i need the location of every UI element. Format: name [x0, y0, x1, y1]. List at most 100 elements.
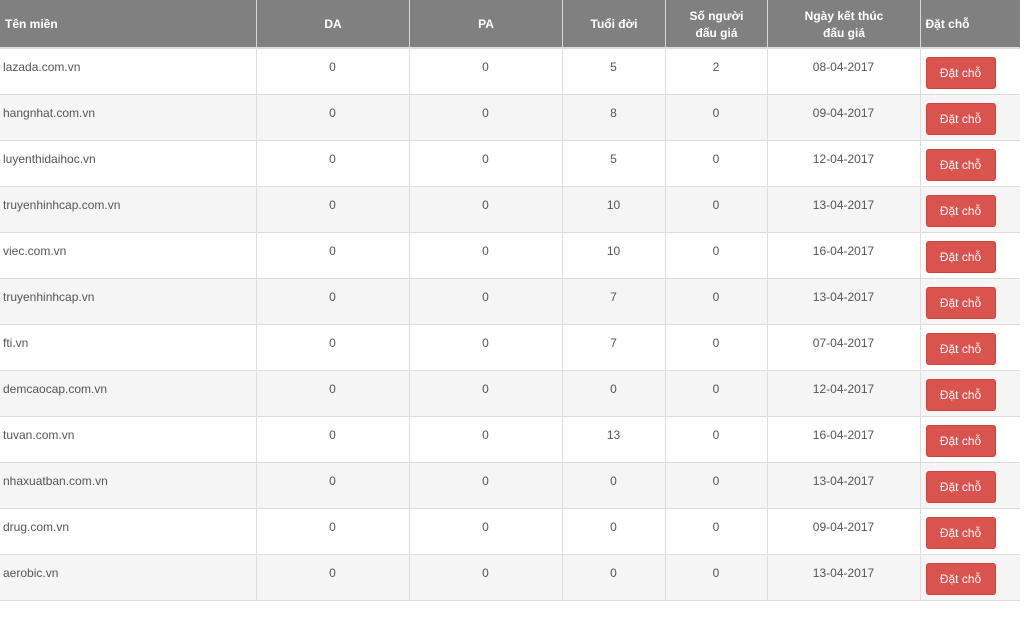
- pa-cell: 0: [408, 93, 562, 140]
- end-date-cell: 07-04-2017: [766, 323, 920, 370]
- reserve-cell: Đặt chỗ: [919, 369, 1020, 416]
- domain-cell: fti.vn: [0, 323, 256, 370]
- domain-cell: lazada.com.vn: [0, 47, 256, 94]
- pa-cell: 0: [408, 461, 562, 508]
- da-cell: 0: [255, 461, 409, 508]
- reserve-button[interactable]: Đặt chỗ: [925, 286, 996, 319]
- table-row: aerobic.vn 0 0 0 0 13-04-2017 Đặt chỗ: [0, 553, 1020, 601]
- da-cell: 0: [255, 93, 409, 140]
- table-row: drug.com.vn 0 0 0 0 09-04-2017 Đặt chỗ: [0, 507, 1020, 554]
- reserve-cell: Đặt chỗ: [919, 415, 1020, 462]
- da-cell: 0: [255, 415, 409, 462]
- bidders-cell: 0: [664, 139, 767, 186]
- bidders-cell: 0: [664, 507, 767, 554]
- domain-cell: drug.com.vn: [0, 507, 256, 554]
- age-cell: 0: [561, 553, 665, 601]
- end-date-cell: 16-04-2017: [766, 415, 920, 462]
- reserve-cell: Đặt chỗ: [919, 323, 1020, 370]
- da-cell: 0: [255, 277, 409, 324]
- pa-cell: 0: [408, 507, 562, 554]
- bidders-cell: 0: [664, 185, 767, 232]
- pa-cell: 0: [408, 553, 562, 601]
- age-cell: 5: [561, 47, 665, 94]
- end-date-cell: 13-04-2017: [766, 461, 920, 508]
- bidders-cell: 0: [664, 553, 767, 601]
- da-cell: 0: [255, 553, 409, 601]
- age-cell: 7: [561, 277, 665, 324]
- pa-cell: 0: [408, 139, 562, 186]
- reserve-cell: Đặt chỗ: [919, 139, 1020, 186]
- age-cell: 10: [561, 231, 665, 278]
- reserve-button[interactable]: Đặt chỗ: [925, 378, 996, 411]
- table-row: lazada.com.vn 0 0 5 2 08-04-2017 Đặt chỗ: [0, 47, 1020, 94]
- bidders-cell: 0: [664, 93, 767, 140]
- header-pa: PA: [408, 0, 562, 49]
- table-row: tuvan.com.vn 0 0 13 0 16-04-2017 Đặt chỗ: [0, 415, 1020, 462]
- reserve-button[interactable]: Đặt chỗ: [925, 57, 996, 89]
- reserve-button[interactable]: Đặt chỗ: [925, 332, 996, 365]
- domain-cell: nhaxuatban.com.vn: [0, 461, 256, 508]
- pa-cell: 0: [408, 415, 562, 462]
- pa-cell: 0: [408, 277, 562, 324]
- header-bidders: Số người đấu giá: [664, 0, 767, 49]
- end-date-cell: 09-04-2017: [766, 507, 920, 554]
- bidders-cell: 0: [664, 415, 767, 462]
- end-date-cell: 13-04-2017: [766, 553, 920, 601]
- reserve-button[interactable]: Đặt chỗ: [925, 148, 996, 181]
- da-cell: 0: [255, 323, 409, 370]
- reserve-cell: Đặt chỗ: [919, 553, 1020, 601]
- bidders-cell: 0: [664, 231, 767, 278]
- header-reserve: Đặt chỗ: [919, 0, 1020, 49]
- age-cell: 13: [561, 415, 665, 462]
- reserve-button[interactable]: Đặt chỗ: [925, 194, 996, 227]
- header-end-date-line2: đấu giá: [822, 25, 865, 40]
- da-cell: 0: [255, 185, 409, 232]
- reserve-button[interactable]: Đặt chỗ: [925, 562, 996, 595]
- age-cell: 0: [561, 461, 665, 508]
- domain-cell: viec.com.vn: [0, 231, 256, 278]
- age-cell: 0: [561, 507, 665, 554]
- reserve-cell: Đặt chỗ: [919, 185, 1020, 232]
- reserve-button[interactable]: Đặt chỗ: [925, 470, 996, 503]
- header-bidders-line1: Số người: [689, 8, 744, 23]
- domain-cell: hangnhat.com.vn: [0, 93, 256, 140]
- domain-cell: tuvan.com.vn: [0, 415, 256, 462]
- age-cell: 5: [561, 139, 665, 186]
- reserve-button[interactable]: Đặt chỗ: [925, 240, 996, 273]
- domain-auction-table: Tên miền DA PA Tuổi đời Số người đấu giá…: [0, 0, 1020, 601]
- table-body: lazada.com.vn 0 0 5 2 08-04-2017 Đặt chỗ hangnh…: [0, 47, 1020, 601]
- table-row: hangnhat.com.vn 0 0 8 0 09-04-2017 Đặt chỗ: [0, 93, 1020, 140]
- reserve-button[interactable]: Đặt chỗ: [925, 424, 996, 457]
- pa-cell: 0: [408, 47, 562, 94]
- domain-cell: truyenhinhcap.vn: [0, 277, 256, 324]
- da-cell: 0: [255, 369, 409, 416]
- bidders-cell: 2: [664, 47, 767, 94]
- header-end-date-line1: Ngày kết thúc: [804, 8, 884, 23]
- end-date-cell: 13-04-2017: [766, 185, 920, 232]
- age-cell: 10: [561, 185, 665, 232]
- header-bidders-line2: đấu giá: [695, 25, 738, 40]
- pa-cell: 0: [408, 323, 562, 370]
- end-date-cell: 08-04-2017: [766, 47, 920, 94]
- reserve-cell: Đặt chỗ: [919, 47, 1020, 94]
- table-row: demcaocap.com.vn 0 0 0 0 12-04-2017 Đặt chỗ: [0, 369, 1020, 416]
- table-row: viec.com.vn 0 0 10 0 16-04-2017 Đặt chỗ: [0, 231, 1020, 278]
- end-date-cell: 09-04-2017: [766, 93, 920, 140]
- reserve-button[interactable]: Đặt chỗ: [925, 102, 996, 135]
- age-cell: 0: [561, 369, 665, 416]
- reserve-cell: Đặt chỗ: [919, 461, 1020, 508]
- end-date-cell: 12-04-2017: [766, 369, 920, 416]
- table-row: truyenhinhcap.com.vn 0 0 10 0 13-04-2017 Đặt c…: [0, 185, 1020, 232]
- da-cell: 0: [255, 139, 409, 186]
- reserve-button[interactable]: Đặt chỗ: [925, 516, 996, 549]
- table-row: nhaxuatban.com.vn 0 0 0 0 13-04-2017 Đặt chỗ: [0, 461, 1020, 508]
- pa-cell: 0: [408, 231, 562, 278]
- reserve-cell: Đặt chỗ: [919, 231, 1020, 278]
- bidders-cell: 0: [664, 277, 767, 324]
- end-date-cell: 16-04-2017: [766, 231, 920, 278]
- domain-cell: aerobic.vn: [0, 553, 256, 601]
- bidders-cell: 0: [664, 369, 767, 416]
- header-end-date: Ngày kết thúc đấu giá: [766, 0, 920, 49]
- age-cell: 8: [561, 93, 665, 140]
- da-cell: 0: [255, 507, 409, 554]
